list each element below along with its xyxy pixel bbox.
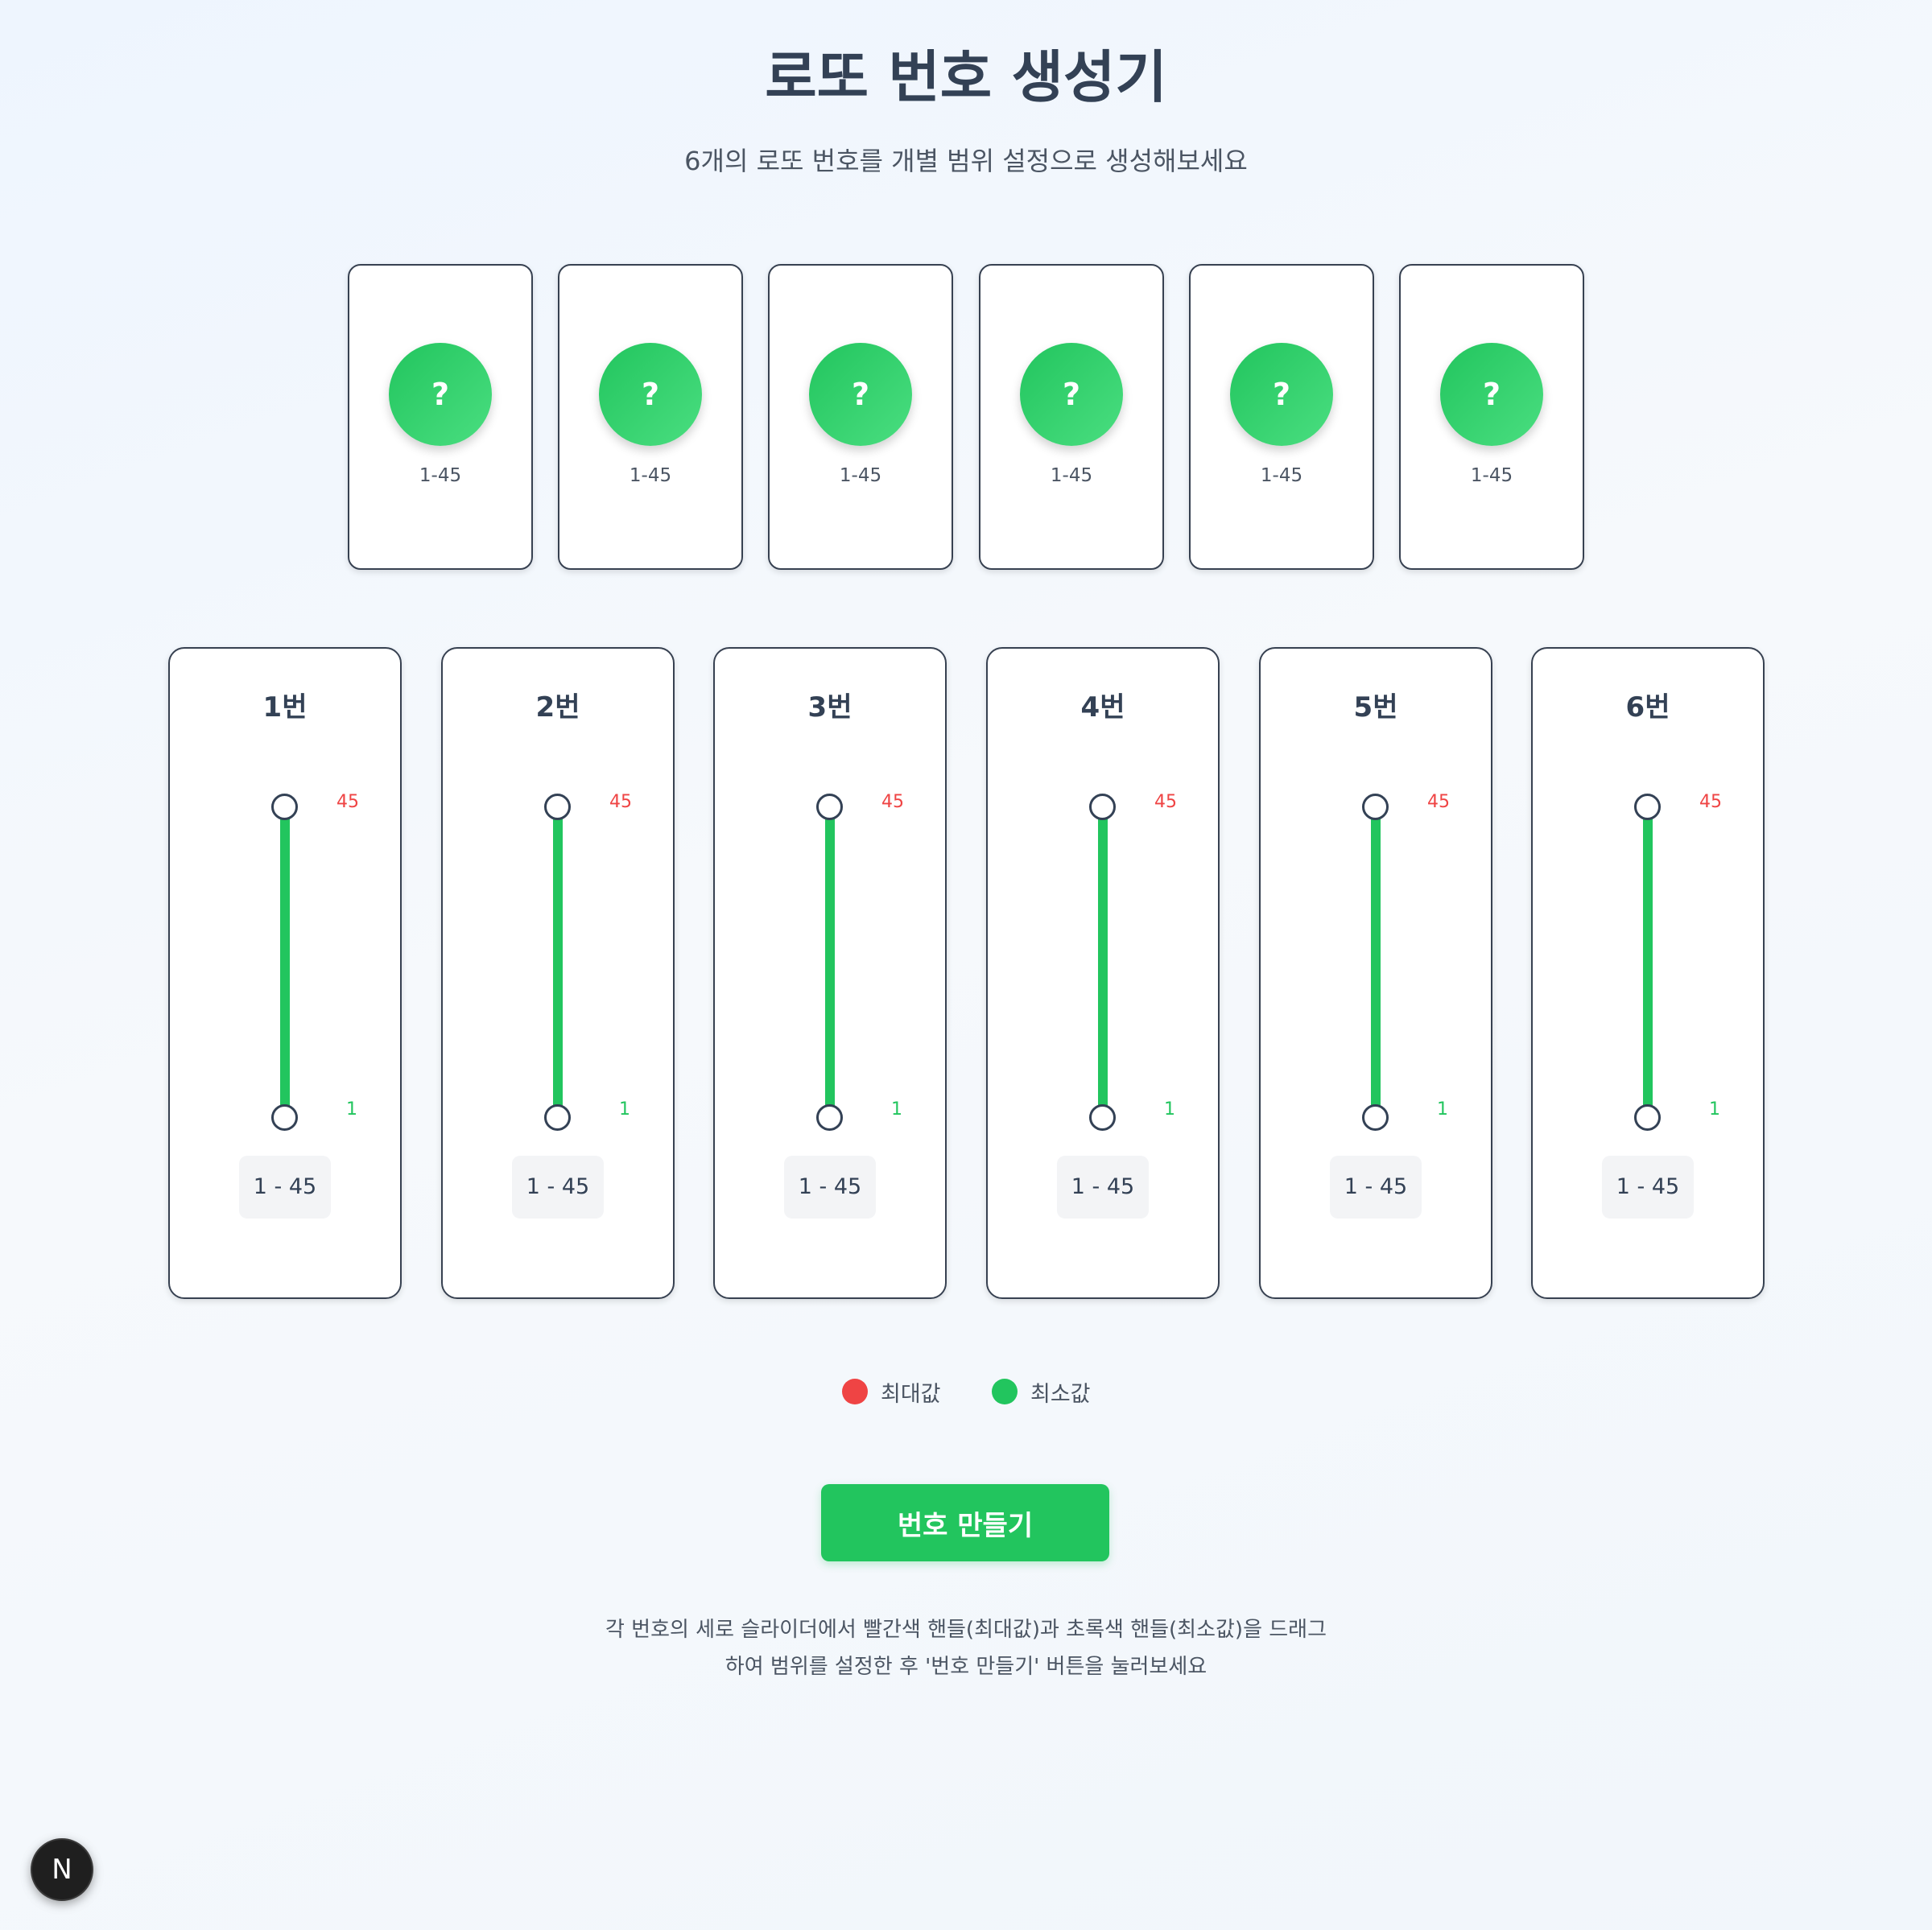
ball-range: 1-45 — [1260, 465, 1303, 486]
range-display: 1 - 45 — [239, 1156, 331, 1219]
slider-track[interactable] — [553, 806, 563, 1117]
legend-min-label: 최소값 — [1030, 1382, 1091, 1407]
green-dot-icon — [992, 1379, 1018, 1404]
nextjs-logo-icon[interactable]: N — [31, 1838, 93, 1901]
max-value-label: 45 — [609, 792, 632, 812]
max-value-label: 45 — [336, 792, 359, 812]
help-line-2: 하여 범위를 설정한 후 '번호 만들기' 버튼을 눌러보세요 — [724, 1655, 1208, 1679]
lotto-ball: ? — [1020, 343, 1123, 446]
slider-title: 5번 — [1353, 691, 1398, 724]
ball-card-1: ? 1-45 — [348, 264, 533, 570]
max-handle[interactable] — [1362, 794, 1389, 820]
min-handle[interactable] — [544, 1104, 571, 1131]
lotto-ball: ? — [1440, 343, 1543, 446]
min-handle[interactable] — [1634, 1104, 1661, 1131]
min-value-label: 1 — [1164, 1099, 1175, 1120]
max-value-label: 45 — [1427, 792, 1450, 812]
ball-card-3: ? 1-45 — [768, 264, 953, 570]
lotto-ball: ? — [389, 343, 492, 446]
range-display: 1 - 45 — [512, 1156, 604, 1219]
slider-card-3: 3번 45 1 1 - 45 — [713, 647, 947, 1299]
red-dot-icon — [842, 1379, 868, 1404]
max-handle[interactable] — [816, 794, 843, 820]
slider-card-4: 4번 45 1 1 - 45 — [986, 647, 1220, 1299]
max-handle[interactable] — [1089, 794, 1116, 820]
slider-track[interactable] — [825, 806, 835, 1117]
legend-max-label: 최대값 — [881, 1382, 941, 1407]
help-line-1: 각 번호의 세로 슬라이더에서 빨간색 핸들(최대값)과 초록색 핸들(최소값)… — [605, 1618, 1327, 1642]
ball-range: 1-45 — [1050, 465, 1093, 486]
ball-card-4: ? 1-45 — [979, 264, 1164, 570]
max-value-label: 45 — [1154, 792, 1177, 812]
slider-title: 3번 — [807, 691, 852, 724]
min-handle[interactable] — [816, 1104, 843, 1131]
ball-range: 1-45 — [1470, 465, 1513, 486]
min-handle[interactable] — [1362, 1104, 1389, 1131]
min-handle[interactable] — [271, 1104, 298, 1131]
slider-card-5: 5번 45 1 1 - 45 — [1259, 647, 1492, 1299]
min-handle[interactable] — [1089, 1104, 1116, 1131]
min-value-label: 1 — [346, 1099, 357, 1120]
max-value-label: 45 — [1699, 792, 1722, 812]
min-value-label: 1 — [619, 1099, 630, 1120]
ball-card-5: ? 1-45 — [1189, 264, 1374, 570]
help-text: 각 번호의 세로 슬라이더에서 빨간색 핸들(최대값)과 초록색 핸들(최소값)… — [564, 1611, 1368, 1685]
lotto-ball: ? — [809, 343, 912, 446]
max-handle[interactable] — [1634, 794, 1661, 820]
min-value-label: 1 — [1437, 1099, 1448, 1120]
range-display: 1 - 45 — [1057, 1156, 1149, 1219]
page-subtitle: 6개의 로또 번호를 개별 범위 설정으로 생성해보세요 — [684, 146, 1248, 176]
slider-card-6: 6번 45 1 1 - 45 — [1531, 647, 1765, 1299]
min-value-label: 1 — [891, 1099, 902, 1120]
min-value-label: 1 — [1709, 1099, 1720, 1120]
create-numbers-button[interactable]: 번호 만들기 — [821, 1484, 1109, 1561]
slider-track[interactable] — [280, 806, 290, 1117]
range-display: 1 - 45 — [1330, 1156, 1422, 1219]
slider-title: 2번 — [535, 691, 580, 724]
ball-range: 1-45 — [839, 465, 882, 486]
slider-track[interactable] — [1643, 806, 1653, 1117]
slider-track[interactable] — [1098, 806, 1108, 1117]
slider-title: 1번 — [262, 691, 308, 724]
max-handle[interactable] — [271, 794, 298, 820]
lotto-ball: ? — [599, 343, 702, 446]
range-display: 1 - 45 — [1602, 1156, 1694, 1219]
slider-card-2: 2번 45 1 1 - 45 — [441, 647, 675, 1299]
slider-title: 6번 — [1625, 691, 1670, 724]
slider-card-1: 1번 45 1 1 - 45 — [168, 647, 402, 1299]
lotto-ball: ? — [1230, 343, 1333, 446]
ball-card-2: ? 1-45 — [558, 264, 743, 570]
max-value-label: 45 — [881, 792, 904, 812]
range-display: 1 - 45 — [784, 1156, 876, 1219]
slider-track[interactable] — [1371, 806, 1381, 1117]
page-title: 로또 번호 생성기 — [765, 44, 1167, 110]
slider-title: 4번 — [1080, 691, 1125, 724]
max-handle[interactable] — [544, 794, 571, 820]
ball-range: 1-45 — [629, 465, 672, 486]
ball-card-6: ? 1-45 — [1399, 264, 1584, 570]
ball-range: 1-45 — [419, 465, 462, 486]
